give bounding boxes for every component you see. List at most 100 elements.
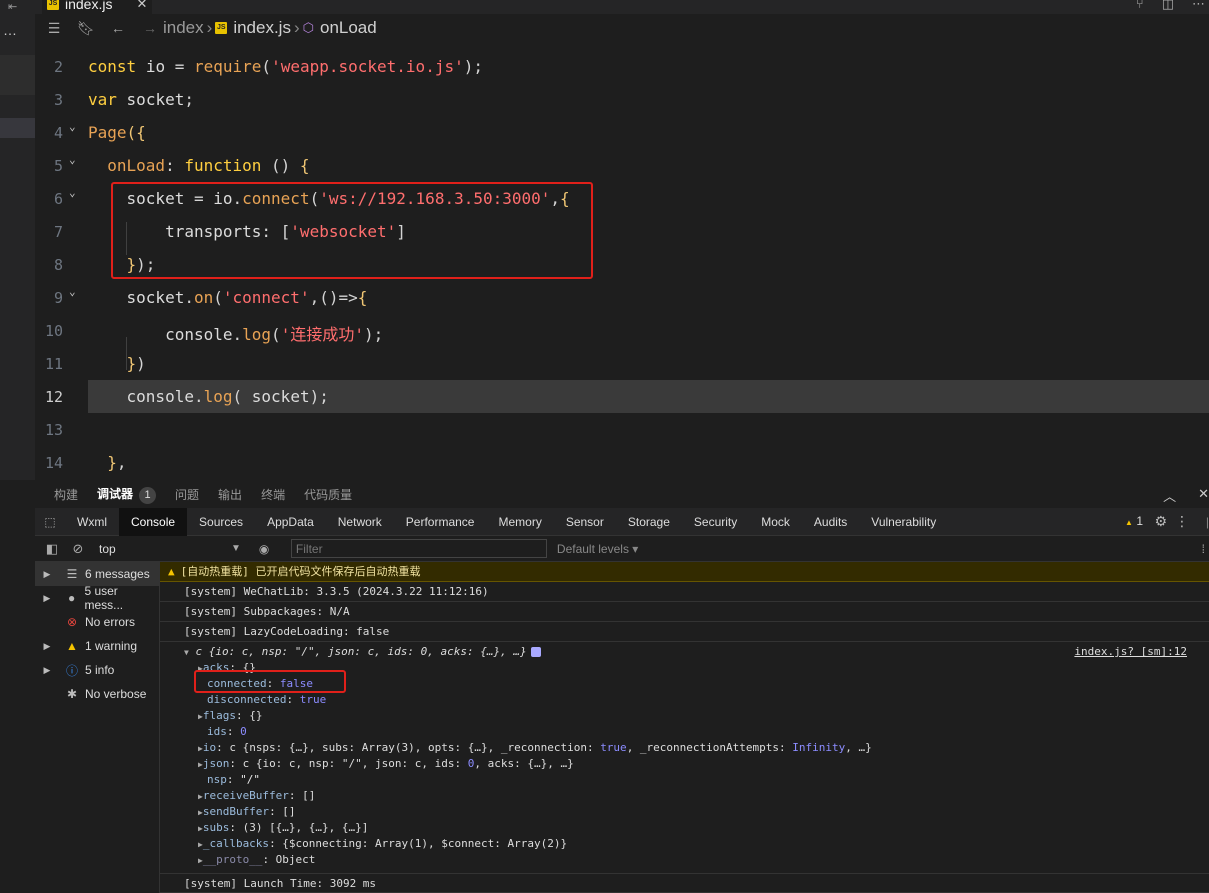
prop-row: disconnected: true: [207, 693, 327, 706]
tab-output[interactable]: 输出: [218, 486, 242, 503]
tab-wxml[interactable]: Wxml: [65, 508, 119, 536]
tab-network[interactable]: Network: [326, 508, 394, 536]
more-icon[interactable]: …: [0, 22, 20, 38]
filter-input[interactable]: [290, 539, 547, 558]
sidebar-item-messages[interactable]: ▶ ☰ 6 messages: [35, 562, 159, 586]
code-line-4: Page({: [88, 123, 146, 142]
log-levels-select[interactable]: Default levels ▾: [557, 542, 638, 556]
tab-code-quality[interactable]: 代码质量: [304, 486, 352, 503]
inspect-icon[interactable]: ⬚: [35, 515, 65, 529]
breadcrumb-symbol[interactable]: onLoad: [320, 18, 377, 38]
console-message[interactable]: [system] Subpackages: N/A: [160, 602, 1209, 622]
activity-item-selected[interactable]: [0, 118, 35, 138]
tab-performance[interactable]: Performance: [394, 508, 487, 536]
prop-row[interactable]: ▶subs: (3) [{…}, {…}, {…}]: [198, 820, 368, 836]
console-message[interactable]: [system] WeChatLib: 3.3.5 (2024.3.22 11:…: [160, 582, 1209, 602]
close-icon[interactable]: ✕: [1198, 486, 1209, 505]
more-actions-icon[interactable]: ⋯: [1192, 0, 1205, 12]
js-file-icon: JS: [215, 22, 228, 34]
tab-index-js[interactable]: JS index.js ✕: [42, 0, 152, 14]
list-icon: ☰: [66, 567, 78, 581]
object-summary-row[interactable]: ▼ c {io: c, nsp: "/", json: c, ids: 0, a…: [184, 644, 541, 660]
gear-icon[interactable]: ⚙: [1154, 513, 1167, 530]
tab-mock[interactable]: Mock: [749, 508, 802, 536]
prop-row[interactable]: ▶io: c {nsps: {…}, subs: Array(3), opts:…: [198, 740, 872, 756]
breadcrumb: ☰ 🔖︎ ← → index › JS index.js › ⬡ onLoad: [35, 14, 1209, 42]
list-icon[interactable]: ☰: [41, 20, 67, 37]
prop-row[interactable]: ▶sendBuffer: []: [198, 804, 296, 820]
chevron-up-icon[interactable]: ︿: [1163, 486, 1176, 505]
console-object-tree[interactable]: ▼ c {io: c, nsp: "/", json: c, ids: 0, a…: [160, 644, 1209, 870]
source-link[interactable]: index.js? [sm]:12: [1074, 644, 1187, 660]
tab-problems[interactable]: 问题: [175, 486, 199, 503]
prop-row[interactable]: ▶flags: {}: [198, 708, 262, 724]
back-arrow-icon[interactable]: ←: [105, 20, 131, 36]
console-filter-bar: ◧ ⊘ top ▼ ◉ Default levels ▾ ⁞: [35, 536, 1209, 562]
more-vertical-icon[interactable]: ⋮: [1175, 513, 1189, 530]
context-select[interactable]: top: [99, 542, 231, 556]
split-icon[interactable]: ⇤: [8, 0, 17, 13]
tab-label: index.js: [65, 0, 113, 12]
split-editor-icon[interactable]: ◫: [1162, 0, 1174, 12]
warning-icon: ▲: [66, 639, 78, 653]
breadcrumb-folder[interactable]: index: [163, 18, 204, 38]
console-message[interactable]: [system] Launch Time: 3092 ms: [160, 873, 1209, 893]
tab-console[interactable]: Console: [119, 507, 188, 536]
prop-row[interactable]: ▶receiveBuffer: []: [198, 788, 315, 804]
tab-sensor[interactable]: Sensor: [554, 508, 616, 536]
activity-item[interactable]: [0, 55, 35, 95]
panel-actions: ︿ ✕: [1163, 486, 1209, 505]
eye-icon[interactable]: ◉: [259, 542, 279, 556]
warning-counter[interactable]: ▲ 1: [1125, 514, 1143, 528]
close-icon[interactable]: ✕: [136, 0, 147, 12]
expand-arrow-icon[interactable]: ▶: [35, 569, 59, 580]
tab-terminal[interactable]: 终端: [261, 486, 285, 503]
line-number: 9: [53, 289, 63, 307]
fold-chevron-icon[interactable]: ⌄: [69, 186, 76, 199]
sidebar-item-info[interactable]: ▶ ⓘ 5 info: [35, 658, 159, 682]
clear-console-icon[interactable]: ⊘: [65, 541, 91, 557]
sidebar-item-user-messages[interactable]: ▶ ● 5 user mess...: [35, 584, 159, 612]
forward-arrow-icon[interactable]: →: [137, 20, 163, 36]
fold-chevron-icon[interactable]: ⌄: [69, 285, 76, 298]
compare-icon[interactable]: ⑂: [1136, 0, 1144, 12]
expand-arrow-icon[interactable]: ▶: [35, 593, 59, 604]
line-number: 12: [44, 388, 63, 406]
tab-sources[interactable]: Sources: [187, 508, 255, 536]
method-icon: ⬡: [302, 20, 314, 35]
bottom-panel: 构建 调试器 1 问题 输出 终端 代码质量 ︿ ✕ ⬚ Wxml Console…: [35, 480, 1209, 893]
tab-build[interactable]: 构建: [54, 486, 78, 503]
tab-storage[interactable]: Storage: [616, 508, 682, 536]
tab-vulnerability[interactable]: Vulnerability: [859, 508, 948, 536]
sidebar-item-warnings[interactable]: ▶ ▲ 1 warning: [35, 634, 159, 658]
tab-security[interactable]: Security: [682, 508, 749, 536]
expand-arrow-icon[interactable]: ▶: [35, 641, 59, 652]
sidebar-toggle-icon[interactable]: ◧: [39, 541, 65, 557]
tab-appdata[interactable]: AppData: [255, 508, 326, 536]
prop-row[interactable]: ▶json: c {io: c, nsp: "/", json: c, ids:…: [198, 756, 574, 772]
console-message[interactable]: [system] LazyCodeLoading: false: [160, 622, 1209, 642]
user-icon: ●: [67, 591, 76, 605]
tab-debugger[interactable]: 调试器 1: [97, 485, 157, 504]
prop-row[interactable]: ▶_callbacks: {$connecting: Array(1), $co…: [198, 836, 567, 852]
console-message-warning[interactable]: ▲ [自动热重载] 已开启代码文件保存后自动热重载: [160, 562, 1209, 582]
warning-icon: ▲: [168, 565, 175, 578]
tab-audits[interactable]: Audits: [802, 508, 859, 536]
tab-memory[interactable]: Memory: [486, 508, 553, 536]
line-number: 7: [53, 223, 63, 241]
prop-row[interactable]: ▶__proto__: Object: [198, 852, 315, 868]
expand-arrow-icon[interactable]: ▶: [35, 665, 59, 676]
fold-chevron-icon[interactable]: ⌄: [69, 153, 76, 166]
breadcrumb-file[interactable]: index.js: [233, 18, 291, 38]
settings-toggle-icon[interactable]: ⁞: [1202, 542, 1205, 556]
code-editor[interactable]: 2 3 4 5 6 7 8 9 10 11 12 13 14 ⌄ ⌄ ⌄ ⌄ c…: [35, 42, 1209, 480]
sidebar-item-errors[interactable]: ⊗ No errors: [35, 610, 159, 634]
devtools-tabs: ⬚ Wxml Console Sources AppData Network P…: [35, 507, 1209, 536]
fold-chevron-icon[interactable]: ⌄: [69, 120, 76, 133]
line-number: 10: [44, 322, 63, 340]
sidebar-item-verbose[interactable]: ✱ No verbose: [35, 682, 159, 706]
expand-arrow-icon[interactable]: ▼: [184, 648, 189, 657]
bookmark-icon[interactable]: 🔖︎: [73, 20, 99, 37]
editor-tab-bar: JS index.js ✕ ⑂ ◫ ⋯: [35, 0, 1209, 14]
dropdown-caret-icon[interactable]: ▼: [231, 543, 241, 554]
